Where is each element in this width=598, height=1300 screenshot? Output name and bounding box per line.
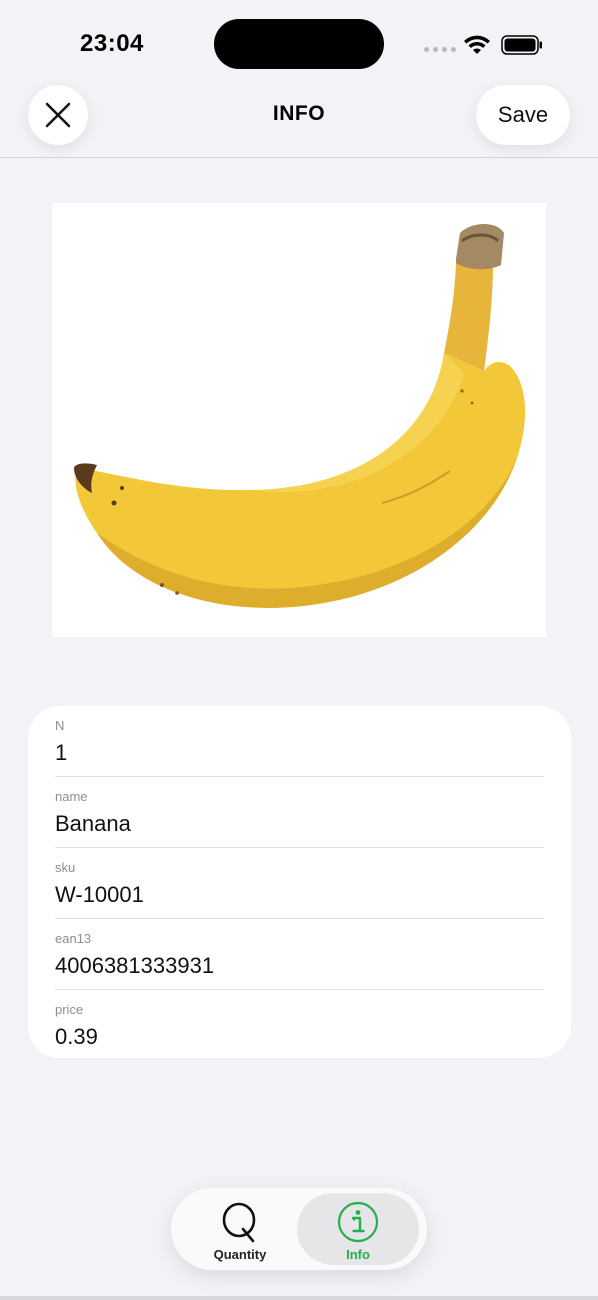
wifi-icon <box>464 35 490 54</box>
field-row-price[interactable]: price 0.39 <box>55 990 544 1061</box>
bottom-divider <box>0 1296 598 1300</box>
tab-bar: Quantity Info <box>171 1188 427 1270</box>
field-value: 1 <box>55 740 68 765</box>
field-row-sku[interactable]: sku W-10001 <box>55 848 544 919</box>
navigation-bar: INFO Save <box>0 80 598 158</box>
field-value: W-10001 <box>55 882 144 907</box>
field-label: sku <box>55 860 76 875</box>
field-row-name[interactable]: name Banana <box>55 777 544 848</box>
cellular-signal-icon <box>424 47 456 52</box>
dynamic-island <box>214 19 384 69</box>
status-time: 23:04 <box>80 30 144 57</box>
tab-quantity[interactable]: Quantity <box>179 1193 301 1265</box>
tab-info[interactable]: Info <box>297 1193 419 1265</box>
save-button[interactable]: Save <box>476 85 570 145</box>
info-card: N 1 name Banana sku W-10001 ean13 400638… <box>28 706 571 1058</box>
battery-icon <box>501 35 542 55</box>
tab-label: Info <box>346 1247 370 1262</box>
field-value: Banana <box>55 811 131 836</box>
screen: 23:04 INFO Save N 1 name Banana sku W-10… <box>0 0 598 1300</box>
info-icon <box>337 1201 379 1243</box>
banana-image <box>74 224 526 608</box>
field-row-n[interactable]: N 1 <box>55 706 544 777</box>
field-label: N <box>55 718 65 733</box>
field-value: 4006381333931 <box>55 953 215 978</box>
status-bar: 23:04 <box>0 0 598 80</box>
field-label: name <box>55 789 88 804</box>
product-image <box>52 203 546 637</box>
field-label: ean13 <box>55 931 92 946</box>
quantity-icon <box>222 1202 256 1243</box>
field-row-ean13[interactable]: ean13 4006381333931 <box>55 919 544 990</box>
field-value: 0.39 <box>55 1024 98 1049</box>
field-label: price <box>55 1002 84 1017</box>
tab-label: Quantity <box>213 1247 267 1262</box>
